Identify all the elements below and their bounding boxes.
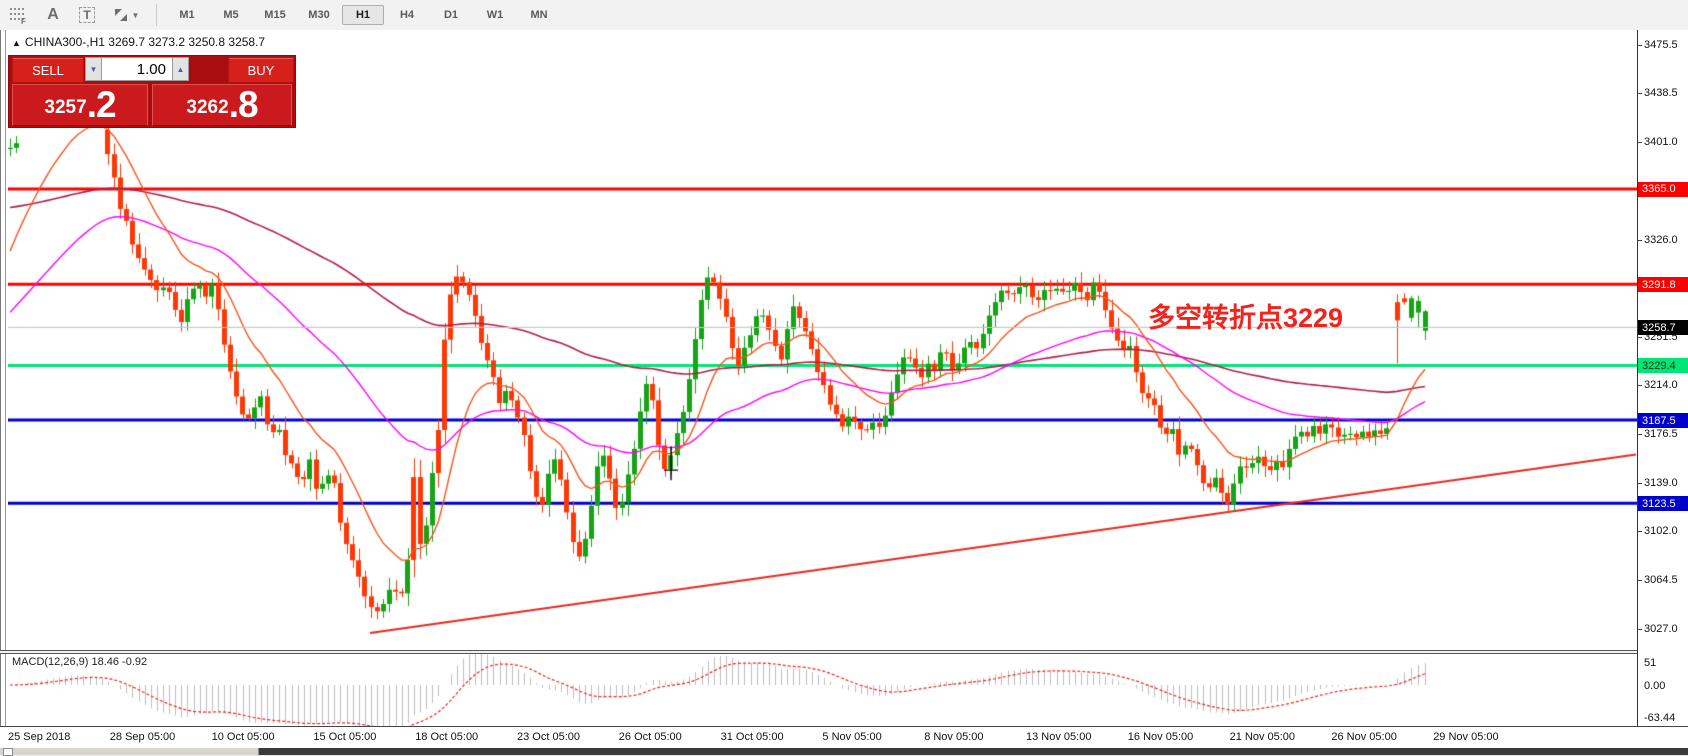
volume-increase-button[interactable]: ▲ <box>172 57 189 81</box>
level-price-tag: 3187.5 <box>1638 413 1688 428</box>
price-tick-label: 3139.0 <box>1644 477 1678 489</box>
price-tick-mark <box>1638 142 1642 143</box>
window-border-left-outer <box>0 30 1 748</box>
timeframe-button-d1[interactable]: D1 <box>430 5 472 25</box>
text-label-icon[interactable]: T <box>72 3 102 27</box>
timeframe-button-w1[interactable]: W1 <box>474 5 516 25</box>
symbol-header: ▲ CHINA300-,H1 3269.7 3273.2 3250.8 3258.… <box>12 35 265 49</box>
arrows-tool-icon[interactable]: ▼ <box>106 3 146 27</box>
sell-price-main: 3257 <box>44 93 86 123</box>
timeframe-buttons: M1M5M15M30H1H4D1W1MN <box>165 5 561 25</box>
sell-button[interactable]: SELL <box>12 57 84 83</box>
time-axis-label: 5 Nov 05:00 <box>822 731 881 743</box>
level-price-tag: 3365.0 <box>1638 182 1688 197</box>
toolbar-separator <box>156 4 157 26</box>
volume-input[interactable]: 1.00 <box>102 57 172 81</box>
macd-axis-label: 51 <box>1644 657 1656 669</box>
time-axis-label: 31 Oct 05:00 <box>721 731 784 743</box>
time-axis[interactable]: 25 Sep 2018 28 Sep 05:00 10 Oct 05:00 15 Oc… <box>0 726 1688 748</box>
price-tick-label: 3027.0 <box>1644 623 1678 635</box>
mt4-terminal: { "toolbar": { "tools": [ {"name": "fibo… <box>0 0 1688 755</box>
chart-tab[interactable] <box>0 748 259 755</box>
time-axis-label: 23 Oct 05:00 <box>517 731 580 743</box>
volume-decrease-button[interactable]: ▼ <box>85 57 102 81</box>
price-tick-mark <box>1638 531 1642 532</box>
macd-axis-label: -63.44 <box>1644 712 1675 724</box>
sell-price-display[interactable]: 3257.2 <box>12 84 148 126</box>
buy-price-display[interactable]: 3262.8 <box>152 84 292 126</box>
price-tick-mark <box>1638 337 1642 338</box>
buy-button[interactable]: BUY <box>228 57 294 83</box>
buy-price-main: 3262 <box>186 93 228 123</box>
current-price-tag: 3258.7 <box>1638 320 1688 335</box>
chart-annotation-text: 多空转折点3229 <box>1148 296 1343 335</box>
price-tick-label: 3176.5 <box>1644 428 1678 440</box>
timeframe-button-m5[interactable]: M5 <box>210 5 252 25</box>
timeframe-button-m15[interactable]: M15 <box>254 5 296 25</box>
price-tick-label: 3102.0 <box>1644 525 1678 537</box>
price-tick-mark <box>1638 45 1642 46</box>
timeframe-button-mn[interactable]: MN <box>518 5 560 25</box>
time-axis-label: 10 Oct 05:00 <box>212 731 275 743</box>
timeframe-button-h4[interactable]: H4 <box>386 5 428 25</box>
volume-spinner: ▼ 1.00 ▲ <box>85 57 189 81</box>
time-axis-label: 28 Sep 05:00 <box>110 731 175 743</box>
price-tick-mark <box>1638 580 1642 581</box>
triangle-up-icon: ▲ <box>12 38 21 48</box>
fibonacci-icon[interactable]: F <box>4 3 34 27</box>
time-axis-label: 26 Nov 05:00 <box>1331 731 1396 743</box>
time-axis-label: 21 Nov 05:00 <box>1230 731 1295 743</box>
price-tick-mark <box>1638 93 1642 94</box>
price-tick-label: 3326.0 <box>1644 234 1678 246</box>
time-axis-label: 8 Nov 05:00 <box>924 731 983 743</box>
time-axis-label: 13 Nov 05:00 <box>1026 731 1091 743</box>
price-tick-mark <box>1638 434 1642 435</box>
price-tick-label: 3064.5 <box>1644 574 1678 586</box>
symbol-ohlc-text: CHINA300-,H1 3269.7 3273.2 3250.8 3258.7 <box>25 35 265 49</box>
window-border-left-inner <box>5 30 6 726</box>
price-tick-label: 3475.5 <box>1644 39 1678 51</box>
time-axis-label: 16 Nov 05:00 <box>1128 731 1193 743</box>
price-tick-mark <box>1638 629 1642 630</box>
macd-indicator-chart[interactable] <box>8 654 1637 726</box>
timeframe-button-h1[interactable]: H1 <box>342 5 384 25</box>
sell-price-fraction: .2 <box>87 87 116 123</box>
price-tick-label: 3214.0 <box>1644 379 1678 391</box>
price-tick-label: 3438.5 <box>1644 87 1678 99</box>
trade-panel-top-row: SELL ▼ 1.00 ▲ BUY <box>9 56 295 83</box>
time-axis-label: 18 Oct 05:00 <box>415 731 478 743</box>
timeframe-button-m1[interactable]: M1 <box>166 5 208 25</box>
text-tool-icon[interactable]: A <box>38 3 68 27</box>
time-axis-label: 26 Oct 05:00 <box>619 731 682 743</box>
price-axis[interactable]: 3475.53438.53401.03326.03251.53214.03176… <box>1638 30 1688 726</box>
svg-text:F: F <box>21 17 26 24</box>
chart-tab-bar <box>0 748 1688 755</box>
dropdown-caret-icon: ▼ <box>132 11 140 20</box>
one-click-trade-panel: SELL ▼ 1.00 ▲ BUY 3257.2 3262.8 <box>8 55 296 128</box>
timeframe-button-m30[interactable]: M30 <box>298 5 340 25</box>
toolbar: F A T ▼ M1M5M15M30H1H4D1W1MN <box>0 0 1688 31</box>
level-price-tag: 3229.4 <box>1638 358 1688 373</box>
time-axis-label: 15 Oct 05:00 <box>313 731 376 743</box>
price-tick-mark <box>1638 385 1642 386</box>
price-tick-mark <box>1638 240 1642 241</box>
level-price-tag: 3291.8 <box>1638 277 1688 292</box>
price-tick-mark <box>1638 483 1642 484</box>
chart-window: ▲ CHINA300-,H1 3269.7 3273.2 3250.8 3258.… <box>0 30 1688 748</box>
macd-axis-label: 0.00 <box>1644 680 1665 692</box>
macd-title: MACD(12,26,9) 18.46 -0.92 <box>12 656 147 668</box>
price-tick-label: 3401.0 <box>1644 136 1678 148</box>
buy-price-fraction: .8 <box>229 87 258 123</box>
time-axis-label: 29 Nov 05:00 <box>1433 731 1498 743</box>
time-axis-label: 25 Sep 2018 <box>8 731 70 743</box>
level-price-tag: 3123.5 <box>1638 496 1688 511</box>
